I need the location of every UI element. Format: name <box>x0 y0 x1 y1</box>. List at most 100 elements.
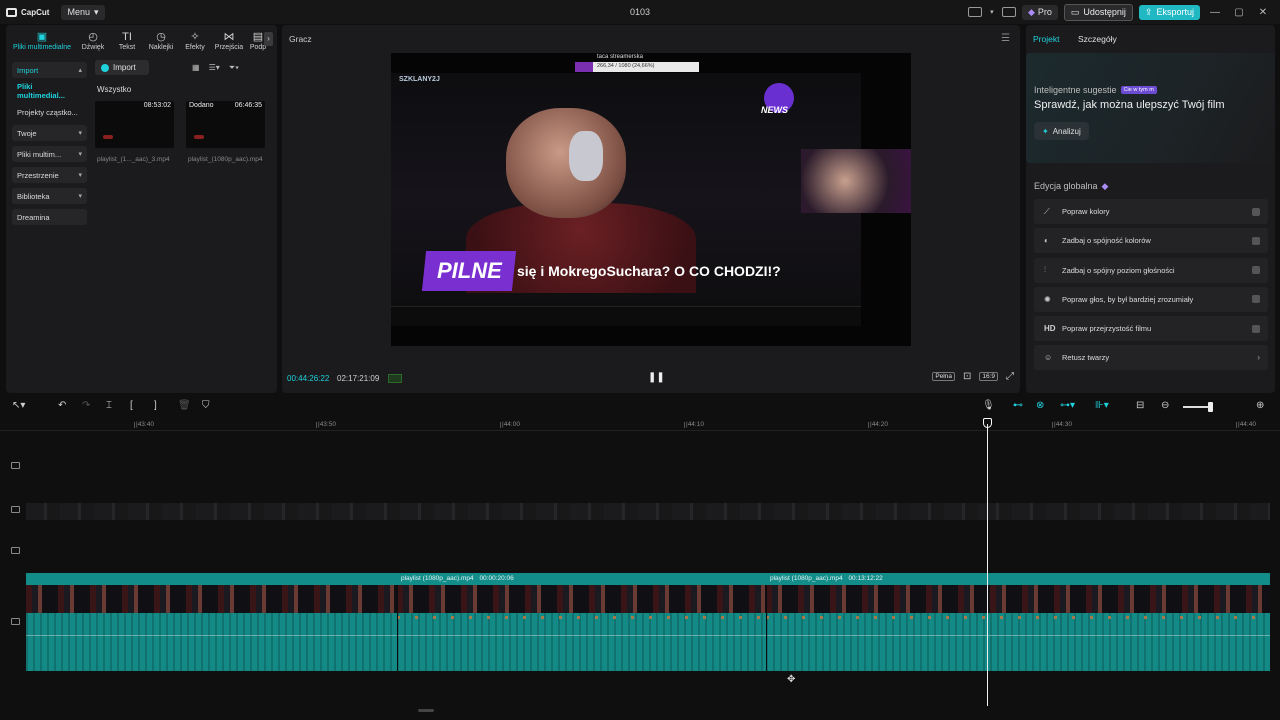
analyze-button[interactable]: ✦ Analizuj <box>1034 122 1089 140</box>
tab-effects[interactable]: ✧ Efekty <box>178 31 212 51</box>
video-bottom-bar <box>391 306 861 326</box>
clip-thumbnails[interactable] <box>397 585 766 613</box>
list-item[interactable]: ⟋ Popraw kolory <box>1034 199 1268 224</box>
ruler-tick: |44:40 <box>1236 421 1256 428</box>
toggle-switch[interactable] <box>1252 295 1260 304</box>
playhead[interactable] <box>987 424 988 706</box>
list-item[interactable]: ⫶ Zadbaj o spójny poziom głośności <box>1034 257 1268 283</box>
export-button[interactable]: ⇪ Eksportuj <box>1138 4 1200 20</box>
sidebar-item-label: Pliki multim... <box>17 149 62 159</box>
zoom-slider-handle[interactable] <box>1208 402 1213 412</box>
toggle-switch[interactable] <box>1252 266 1260 275</box>
chevron-down-icon[interactable]: ▾ <box>988 8 996 16</box>
overlay-track-strip[interactable] <box>26 503 1270 520</box>
toggle-switch[interactable] <box>1252 236 1260 245</box>
media-item[interactable]: Dodano 06:46:35 <box>186 101 265 148</box>
menu-button[interactable]: Menu ▾ <box>61 4 105 20</box>
video-preview[interactable]: taca streamerska 266,34 / 1080 (24,66%) … <box>391 53 911 346</box>
clip-header[interactable]: playlist (1080p_aac).mp4 00:00:20:06 <box>397 573 766 585</box>
caption-icon[interactable]: ⊟ <box>1136 400 1144 411</box>
clip-header[interactable]: playlist (1080p_aac).mp4 00:13:12:22 <box>766 573 1270 585</box>
fullscreen-icon[interactable]: ⤢ <box>1006 371 1014 382</box>
track-toggle-icon[interactable] <box>11 506 20 513</box>
player-title: Gracz <box>289 34 312 44</box>
pro-button[interactable]: ◆ Pro <box>1021 4 1058 20</box>
list-item[interactable]: ✺ Popraw głos, by był bardziej zrozumiał… <box>1034 286 1268 312</box>
clip-audio-waveform[interactable] <box>766 613 1270 671</box>
sidebar-item-dreamina[interactable]: Dreamina <box>12 209 87 225</box>
tab-media[interactable]: ▣ Pliki multimedialne <box>8 31 76 51</box>
sidebar-item-media-files-2[interactable]: Pliki multim... ▾ <box>12 146 87 162</box>
tab-stickers[interactable]: ◷ Naklejki <box>144 31 178 51</box>
import-button[interactable]: Import <box>95 60 149 75</box>
sidebar-item-library[interactable]: Biblioteka ▾ <box>12 188 87 204</box>
list-item[interactable]: HD Popraw przejrzystość filmu <box>1034 316 1268 342</box>
split-right-icon[interactable]: ] <box>154 400 157 411</box>
sidebar-item-import[interactable]: Import ▴ <box>12 62 87 78</box>
layout-icon[interactable] <box>967 7 982 17</box>
tab-text[interactable]: TI Tekst <box>110 31 144 51</box>
clip-header[interactable] <box>26 573 397 585</box>
media-item[interactable]: 08:53:02 <box>95 101 174 148</box>
toggle-switch[interactable] <box>1252 207 1260 216</box>
sort-icon[interactable]: ☰▾ <box>209 63 220 73</box>
crop-icon[interactable]: ⊡ <box>963 371 971 382</box>
clip-thumbnails[interactable] <box>766 585 1270 613</box>
player-panel: Gracz ☰ taca streamerska 266,34 / 1080 (… <box>282 25 1020 393</box>
tab-transitions[interactable]: ⋈ Przejścia <box>212 31 246 51</box>
export-label: Eksportuj <box>1156 7 1194 17</box>
track-toggle-icon[interactable] <box>11 618 20 625</box>
track-toggle-icon[interactable] <box>11 462 20 469</box>
track-toggle-icon[interactable] <box>11 547 20 554</box>
link-clips-icon[interactable]: ⊷ <box>1013 400 1023 411</box>
link-audio-icon[interactable]: ⊶▾ <box>1060 400 1075 411</box>
zoom-in-icon[interactable]: ⊕ <box>1256 400 1264 411</box>
list-item-label: Retusz twarzy <box>1062 353 1110 363</box>
keyboard-icon[interactable] <box>1001 7 1016 17</box>
sidebar-item-yours[interactable]: Twoje ▾ <box>12 125 87 141</box>
magnet-icon[interactable]: ⊗ <box>1036 400 1044 411</box>
maximize-icon[interactable]: ▢ <box>1230 7 1248 18</box>
share-button[interactable]: ▭ Udostępnij <box>1063 3 1133 21</box>
playhead-handle[interactable] <box>983 418 992 428</box>
grid-view-icon[interactable]: ▦ <box>192 63 200 73</box>
tab-audio[interactable]: ◴ Dźwięk <box>76 31 110 51</box>
split-icon[interactable]: ⌶ <box>106 400 112 411</box>
timeline-scrollbar[interactable] <box>418 709 434 712</box>
hamburger-menu-icon[interactable]: ☰ <box>1001 33 1010 44</box>
suggestions-label: Inteligentne sugestie <box>1034 85 1117 95</box>
filter-icon[interactable]: ⏷▾ <box>229 63 239 73</box>
close-icon[interactable]: ✕ <box>1254 7 1272 18</box>
list-item[interactable]: ☺ Retusz twarzy › <box>1034 345 1268 371</box>
full-quality-button[interactable]: Pełna <box>932 372 955 381</box>
sidebar-item-media-files[interactable]: Pliki multimedial... <box>12 82 87 100</box>
clip-thumbnails[interactable] <box>26 585 397 613</box>
tab-label: Naklejki <box>148 44 174 51</box>
media-panel: ▣ Pliki multimedialne ◴ Dźwięk TI Tekst … <box>6 25 277 393</box>
minimize-icon[interactable]: — <box>1206 7 1224 18</box>
microphone-icon[interactable]: 🎙 <box>982 400 995 411</box>
ruler-tick: |44:30 <box>1052 421 1072 428</box>
tab-project[interactable]: Projekt <box>1033 34 1059 44</box>
clip-audio-waveform[interactable] <box>397 613 766 671</box>
preview-axis-icon[interactable]: ⊪▾ <box>1095 400 1109 411</box>
aspect-ratio-button[interactable]: 16:9 <box>979 372 998 381</box>
timeline-ruler[interactable]: |43:40 |43:50 |44:00 |44:10 |44:20 |44:3… <box>0 417 1280 431</box>
pause-icon[interactable]: ❚❚ <box>648 372 665 383</box>
toggle-switch[interactable] <box>1252 324 1260 333</box>
shield-icon[interactable]: ⛉ <box>202 400 210 411</box>
chevron-right-icon[interactable]: › <box>264 32 273 46</box>
split-left-icon[interactable]: [ <box>130 400 133 411</box>
clip-audio-waveform[interactable] <box>26 613 397 671</box>
zoom-out-icon[interactable]: ⊖ <box>1161 400 1169 411</box>
undo-icon[interactable]: ↶ <box>58 400 66 411</box>
redo-icon[interactable]: ↷ <box>82 400 90 411</box>
delete-icon[interactable]: 🗑 <box>178 400 191 411</box>
volume-line <box>397 635 766 636</box>
sidebar-item-partial-projects[interactable]: Projekty cząstko... <box>12 104 87 120</box>
tab-details[interactable]: Szczegóły <box>1078 34 1117 44</box>
select-cursor-icon[interactable]: ↖▾ <box>12 400 25 411</box>
sidebar-item-spaces[interactable]: Przestrzenie ▾ <box>12 167 87 183</box>
list-item[interactable]: ◐ Zadbaj o spójność kolorów <box>1034 228 1268 254</box>
app-logo-text: CapCut <box>21 7 50 17</box>
